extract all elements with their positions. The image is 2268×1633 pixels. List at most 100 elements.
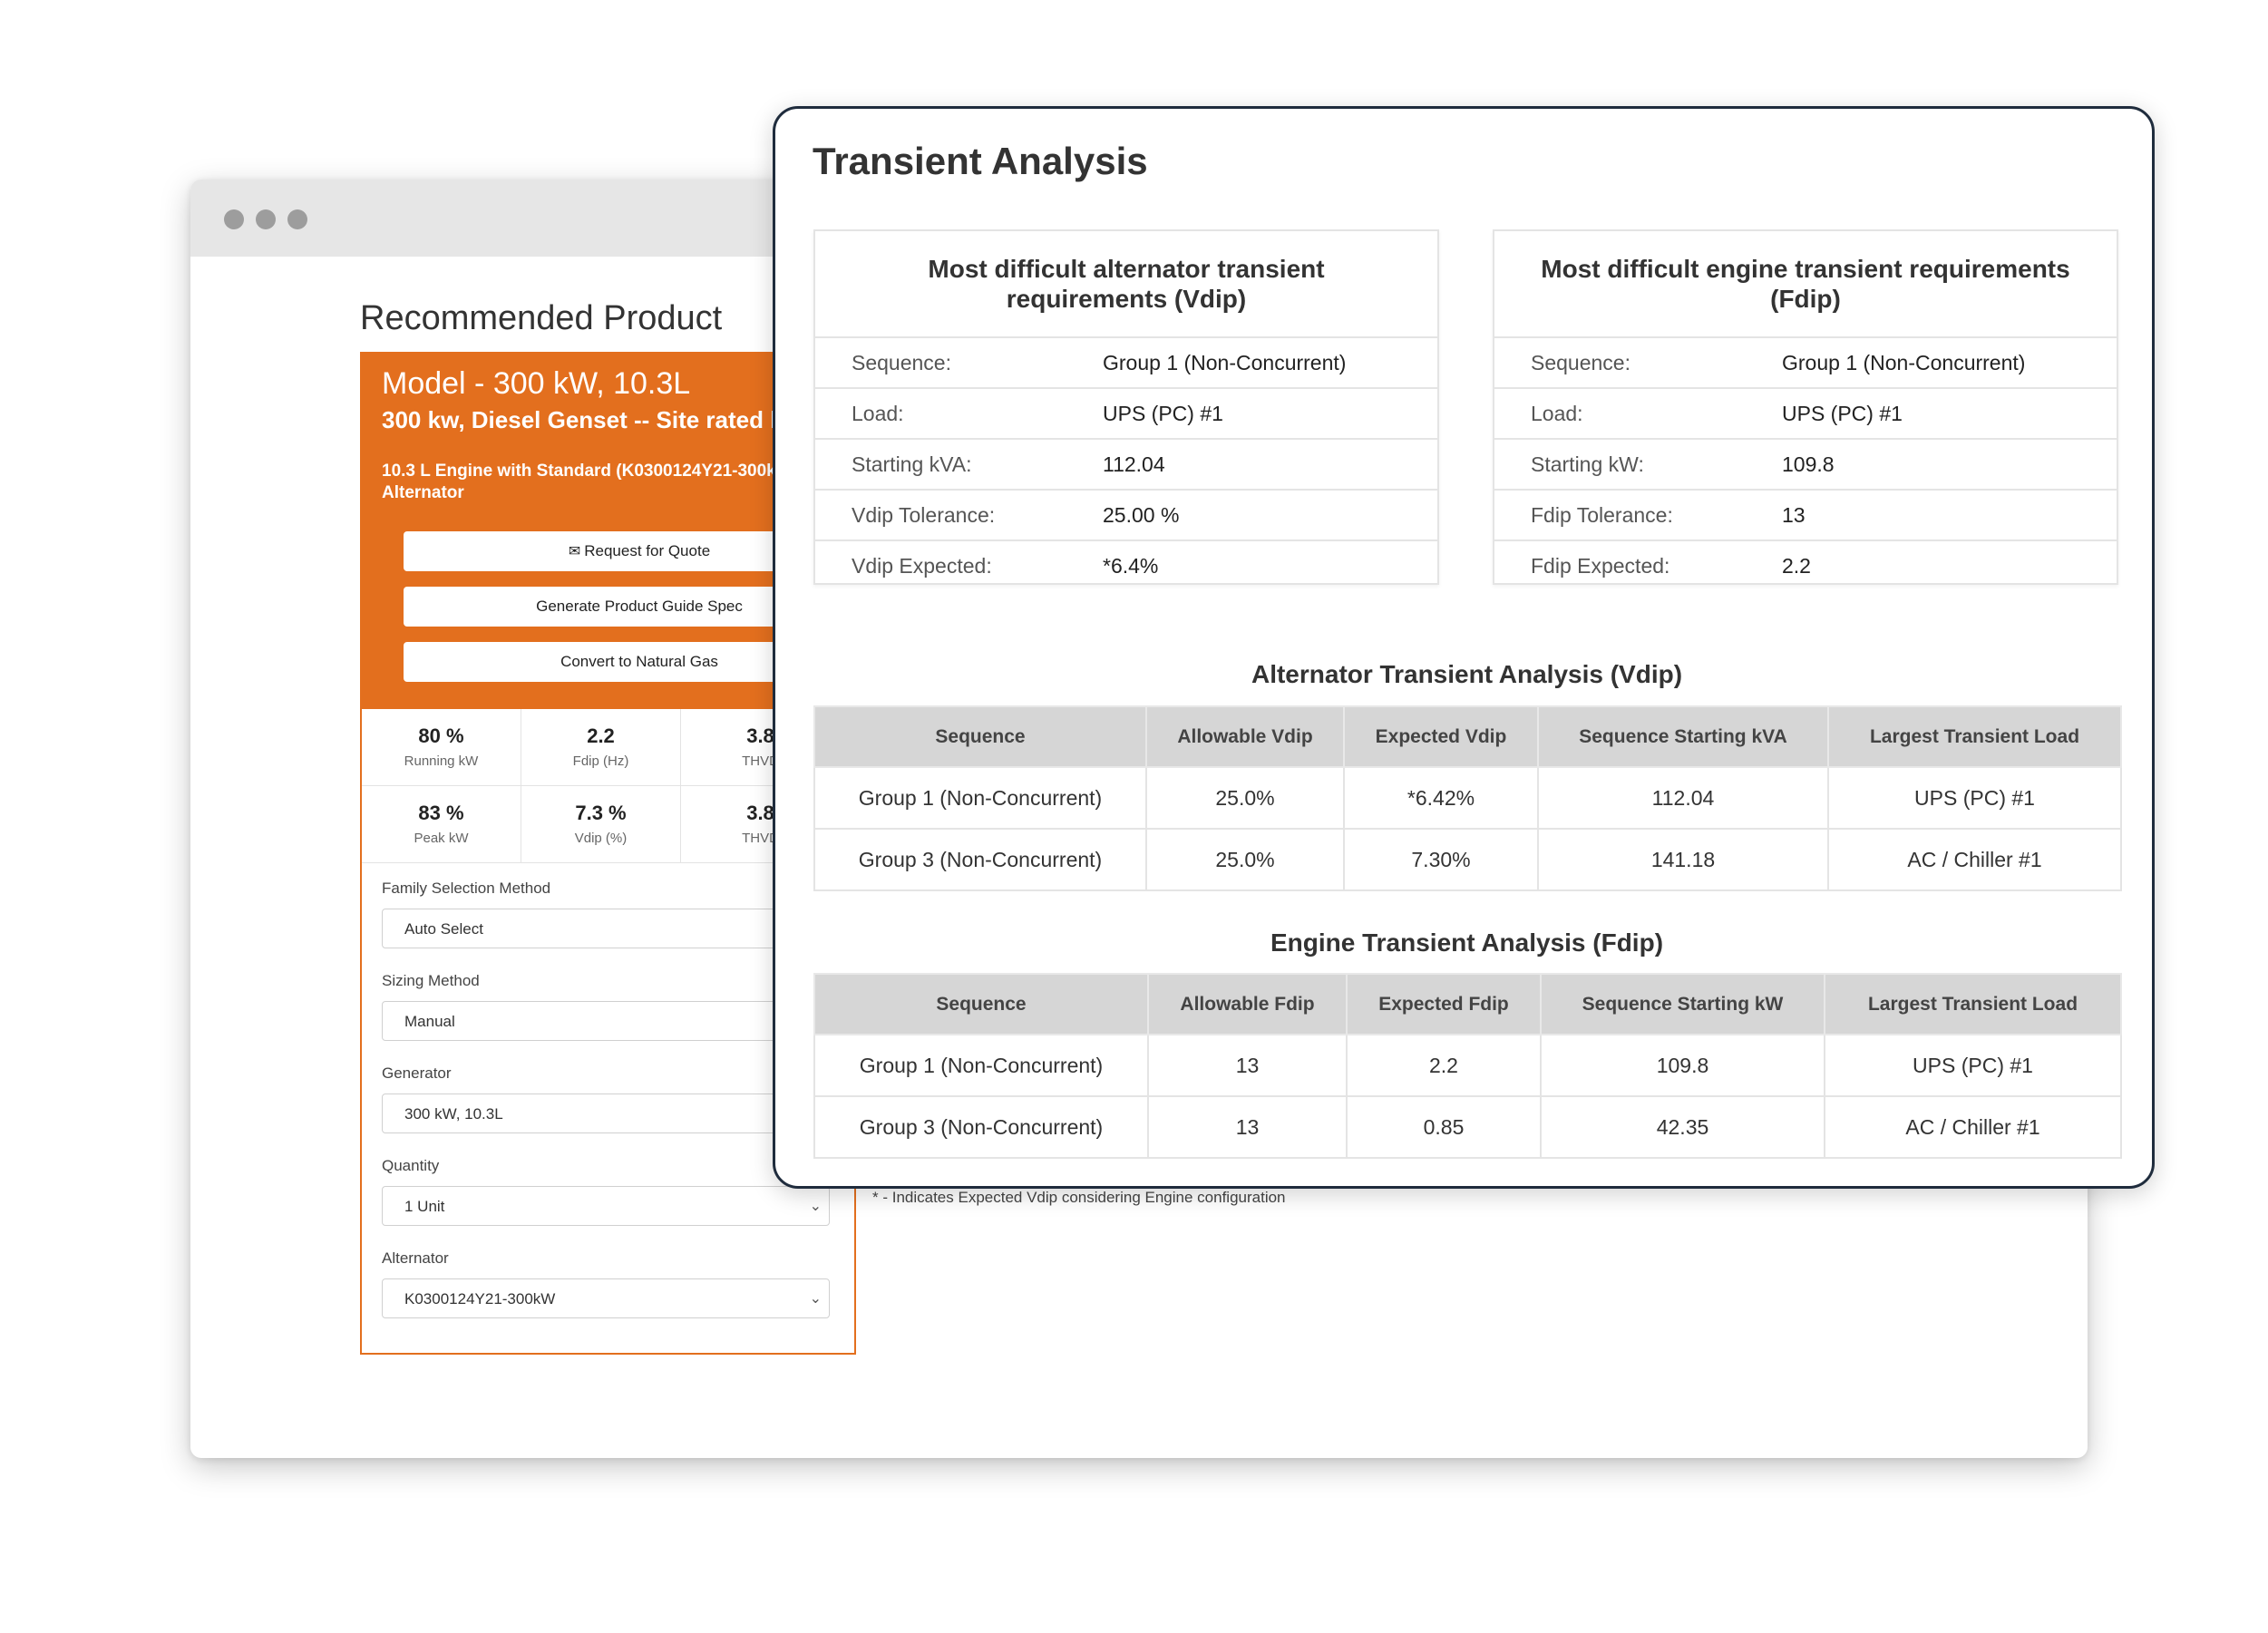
column-header: Allowable Fdip <box>1147 973 1348 1035</box>
table-cell: 0.85 <box>1346 1095 1542 1159</box>
table-cell: Group 1 (Non-Concurrent) <box>813 1034 1149 1097</box>
table-cell: 109.8 <box>1540 1034 1825 1097</box>
card-row: Fdip Tolerance: 13 <box>1494 491 2117 541</box>
envelope-icon: ✉ <box>568 544 581 559</box>
card-row: Fdip Expected: 2.2 <box>1494 541 2117 590</box>
stat-label: Fdip (Hz) <box>572 753 629 769</box>
table-cell: UPS (PC) #1 <box>1824 1034 2122 1097</box>
generator-value: 300 kW, 10.3L <box>404 1105 503 1123</box>
column-header: Largest Transient Load <box>1824 973 2122 1035</box>
table-cell: 2.2 <box>1346 1034 1542 1097</box>
table-cell: AC / Chiller #1 <box>1827 828 2122 891</box>
table-cell: 112.04 <box>1537 766 1829 830</box>
request-quote-label: Request for Quote <box>584 542 711 559</box>
card-title: Most difficult engine transient requirem… <box>1494 231 2117 338</box>
family-selection-value: Auto Select <box>404 920 483 938</box>
card-row: Load: UPS (PC) #1 <box>1494 389 2117 440</box>
quantity-select[interactable]: 1 Unit ⌄ <box>382 1186 830 1226</box>
column-header: Sequence Starting kVA <box>1537 705 1829 768</box>
engine-table-title: Engine Transient Analysis (Fdip) <box>1270 928 1664 957</box>
row-key: Starting kW: <box>1531 452 1644 476</box>
row-value: Group 1 (Non-Concurrent) <box>1782 351 2026 374</box>
table-cell: 42.35 <box>1540 1095 1825 1159</box>
row-value: 2.2 <box>1782 554 1811 578</box>
card-row: Vdip Tolerance: 25.00 % <box>815 491 1437 541</box>
row-key: Fdip Expected: <box>1531 554 1670 578</box>
alternator-requirements-card: Most difficult alternator transient requ… <box>813 229 1439 585</box>
generator-select[interactable]: 300 kW, 10.3L <box>382 1094 830 1133</box>
row-value: 13 <box>1782 503 1806 527</box>
stat-fdip: 2.2 Fdip (Hz) <box>521 709 681 786</box>
table-cell: *6.42% <box>1343 766 1539 830</box>
row-key: Load: <box>1531 402 1583 425</box>
alternator-select[interactable]: K0300124Y21-300kW ⌄ <box>382 1278 830 1318</box>
recommended-product-title: Recommended Product <box>360 299 723 337</box>
stat-peak-kw: 83 % Peak kW <box>362 786 521 863</box>
quantity-value: 1 Unit <box>404 1198 445 1215</box>
table-cell: 141.18 <box>1537 828 1829 891</box>
row-key: Sequence: <box>852 351 951 374</box>
row-key: Vdip Tolerance: <box>852 503 996 527</box>
column-header: Sequence <box>813 705 1147 768</box>
table-cell: UPS (PC) #1 <box>1827 766 2122 830</box>
stat-value: 2.2 <box>587 724 615 747</box>
table-header-row: Sequence Allowable Fdip Expected Fdip Se… <box>813 973 2122 1035</box>
column-header: Expected Vdip <box>1343 705 1539 768</box>
transient-analysis-modal: Transient Analysis Most difficult altern… <box>773 106 2155 1189</box>
card-row: Vdip Expected: *6.4% <box>815 541 1437 590</box>
table-cell: Group 1 (Non-Concurrent) <box>813 766 1147 830</box>
sizing-method-select[interactable]: Manual <box>382 1001 830 1041</box>
table-cell: 13 <box>1147 1095 1348 1159</box>
chevron-down-icon: ⌄ <box>809 1291 822 1307</box>
card-title: Most difficult alternator transient requ… <box>815 231 1437 338</box>
table-row: Group 3 (Non-Concurrent) 25.0% 7.30% 141… <box>813 828 2122 891</box>
row-value: *6.4% <box>1103 554 1159 578</box>
table-cell: Group 3 (Non-Concurrent) <box>813 828 1147 891</box>
row-key: Starting kVA: <box>852 452 972 476</box>
row-value: UPS (PC) #1 <box>1103 402 1223 425</box>
engine-requirements-card: Most difficult engine transient requirem… <box>1493 229 2118 585</box>
column-header: Sequence Starting kW <box>1540 973 1825 1035</box>
table-cell: 25.0% <box>1145 766 1345 830</box>
column-header: Sequence <box>813 973 1149 1035</box>
row-key: Fdip Tolerance: <box>1531 503 1673 527</box>
window-minimize-dot[interactable] <box>256 209 276 229</box>
chevron-down-icon: ⌄ <box>809 1199 822 1214</box>
family-selection-label: Family Selection Method <box>382 880 551 897</box>
table-cell: 13 <box>1147 1034 1348 1097</box>
window-maximize-dot[interactable] <box>287 209 307 229</box>
sizing-method-value: Manual <box>404 1013 455 1030</box>
alternator-value: K0300124Y21-300kW <box>404 1290 556 1307</box>
row-value: UPS (PC) #1 <box>1782 402 1903 425</box>
row-value: 25.00 % <box>1103 503 1180 527</box>
column-header: Allowable Vdip <box>1145 705 1345 768</box>
stat-value: 83 % <box>418 802 464 824</box>
row-key: Vdip Expected: <box>852 554 992 578</box>
window-close-dot[interactable] <box>224 209 244 229</box>
sizing-method-label: Sizing Method <box>382 972 480 989</box>
stat-running-kw: 80 % Running kW <box>362 709 521 786</box>
generator-label: Generator <box>382 1064 452 1082</box>
modal-title: Transient Analysis <box>813 140 1148 182</box>
row-value: Group 1 (Non-Concurrent) <box>1103 351 1347 374</box>
family-selection-select[interactable]: Auto Select <box>382 909 830 948</box>
table-row: Group 1 (Non-Concurrent) 25.0% *6.42% 11… <box>813 766 2122 830</box>
table-row: Group 1 (Non-Concurrent) 13 2.2 109.8 UP… <box>813 1034 2122 1097</box>
vdip-footnote: * - Indicates Expected Vdip considering … <box>872 1189 1286 1206</box>
row-key: Sequence: <box>1531 351 1630 374</box>
alternator-transient-table: Sequence Allowable Vdip Expected Vdip Se… <box>813 705 2122 891</box>
stat-label: Peak kW <box>414 831 469 846</box>
stat-value: 80 % <box>418 724 464 747</box>
stat-value: 7.3 % <box>575 802 627 824</box>
table-cell: AC / Chiller #1 <box>1824 1095 2122 1159</box>
quantity-label: Quantity <box>382 1157 440 1174</box>
card-row: Sequence: Group 1 (Non-Concurrent) <box>815 338 1437 389</box>
column-header: Expected Fdip <box>1346 973 1542 1035</box>
column-header: Largest Transient Load <box>1827 705 2122 768</box>
table-cell: Group 3 (Non-Concurrent) <box>813 1095 1149 1159</box>
alternator-table-title: Alternator Transient Analysis (Vdip) <box>1251 660 1683 688</box>
stat-vdip: 7.3 % Vdip (%) <box>521 786 681 863</box>
card-row: Sequence: Group 1 (Non-Concurrent) <box>1494 338 2117 389</box>
row-key: Load: <box>852 402 904 425</box>
table-cell: 25.0% <box>1145 828 1345 891</box>
